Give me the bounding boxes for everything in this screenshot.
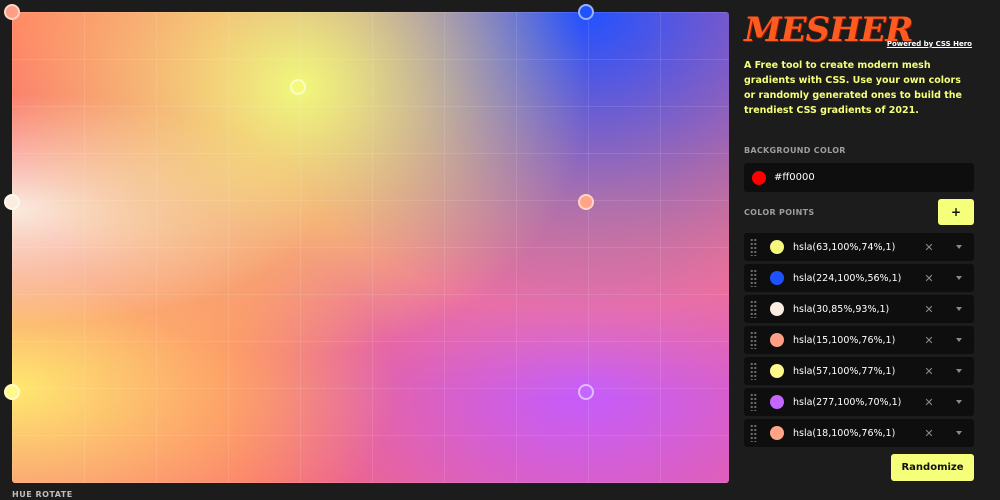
color-point-row[interactable]: hsla(224,100%,56%,1) ✕ <box>744 264 974 292</box>
close-icon[interactable]: ✕ <box>922 272 936 285</box>
hue-rotate-label: HUE ROTATE <box>12 490 73 499</box>
color-point-swatch[interactable] <box>770 333 784 347</box>
tagline: A Free tool to create modern mesh gradie… <box>744 60 962 116</box>
gradient-canvas[interactable] <box>12 12 729 483</box>
sidebar: MESHER Powered by CSS Hero A Free tool t… <box>744 0 974 500</box>
color-points-label: COLOR POINTS <box>744 208 815 217</box>
background-color-value: #ff0000 <box>774 172 815 183</box>
color-point-value: hsla(18,100%,76%,1) <box>793 427 896 439</box>
add-color-point-button[interactable]: + <box>938 199 974 225</box>
chevron-down-icon[interactable] <box>954 369 964 373</box>
close-icon[interactable]: ✕ <box>922 334 936 347</box>
color-point-handle-right-mid[interactable] <box>578 194 594 210</box>
close-icon[interactable]: ✕ <box>922 303 936 316</box>
color-points-list: hsla(63,100%,74%,1) ✕ hsla(224,100%,56%,… <box>744 233 974 450</box>
chevron-down-icon[interactable] <box>954 307 964 311</box>
color-point-row[interactable]: hsla(277,100%,70%,1) ✕ <box>744 388 974 416</box>
color-point-value: hsla(30,85%,93%,1) <box>793 303 890 315</box>
chevron-down-icon[interactable] <box>954 400 964 404</box>
color-point-swatch[interactable] <box>770 395 784 409</box>
drag-handle-icon[interactable] <box>750 269 757 287</box>
background-color-label: BACKGROUND COLOR <box>744 146 846 155</box>
color-point-value: hsla(57,100%,77%,1) <box>793 365 896 377</box>
close-icon[interactable]: ✕ <box>922 241 936 254</box>
drag-handle-icon[interactable] <box>750 331 757 349</box>
color-point-handle-top-right[interactable] <box>578 4 594 20</box>
chevron-down-icon[interactable] <box>954 431 964 435</box>
color-point-row[interactable]: hsla(63,100%,74%,1) ✕ <box>744 233 974 261</box>
close-icon[interactable]: ✕ <box>922 365 936 378</box>
close-icon[interactable]: ✕ <box>922 396 936 409</box>
color-point-swatch[interactable] <box>770 302 784 316</box>
chevron-down-icon[interactable] <box>954 245 964 249</box>
color-point-swatch[interactable] <box>770 364 784 378</box>
powered-by-link[interactable]: Powered by CSS Hero <box>887 40 972 48</box>
color-point-row[interactable]: hsla(57,100%,77%,1) ✕ <box>744 357 974 385</box>
color-point-row[interactable]: hsla(30,85%,93%,1) ✕ <box>744 295 974 323</box>
color-point-row[interactable]: hsla(18,100%,76%,1) ✕ <box>744 419 974 447</box>
chevron-down-icon[interactable] <box>954 338 964 342</box>
color-point-value: hsla(15,100%,76%,1) <box>793 334 896 346</box>
randomize-button[interactable]: Randomize <box>891 454 974 481</box>
chevron-down-icon[interactable] <box>954 276 964 280</box>
color-point-handle-yellow[interactable] <box>290 79 306 95</box>
color-point-handle-bottom-left[interactable] <box>4 384 20 400</box>
close-icon[interactable]: ✕ <box>922 427 936 440</box>
color-point-swatch[interactable] <box>770 271 784 285</box>
color-point-value: hsla(224,100%,56%,1) <box>793 272 902 284</box>
color-point-value: hsla(63,100%,74%,1) <box>793 241 896 253</box>
color-point-swatch[interactable] <box>770 240 784 254</box>
color-point-handle-bottom-right[interactable] <box>578 384 594 400</box>
color-point-handle-left-mid[interactable] <box>4 194 20 210</box>
background-color-field[interactable]: #ff0000 <box>744 163 974 192</box>
color-point-value: hsla(277,100%,70%,1) <box>793 396 902 408</box>
color-point-handle-top-left[interactable] <box>4 4 20 20</box>
drag-handle-icon[interactable] <box>750 424 757 442</box>
drag-handle-icon[interactable] <box>750 393 757 411</box>
drag-handle-icon[interactable] <box>750 238 757 256</box>
color-point-row[interactable]: hsla(15,100%,76%,1) ✕ <box>744 326 974 354</box>
drag-handle-icon[interactable] <box>750 362 757 380</box>
canvas-grid <box>12 12 729 483</box>
background-color-swatch[interactable] <box>752 170 766 185</box>
color-point-swatch[interactable] <box>770 426 784 440</box>
drag-handle-icon[interactable] <box>750 300 757 318</box>
